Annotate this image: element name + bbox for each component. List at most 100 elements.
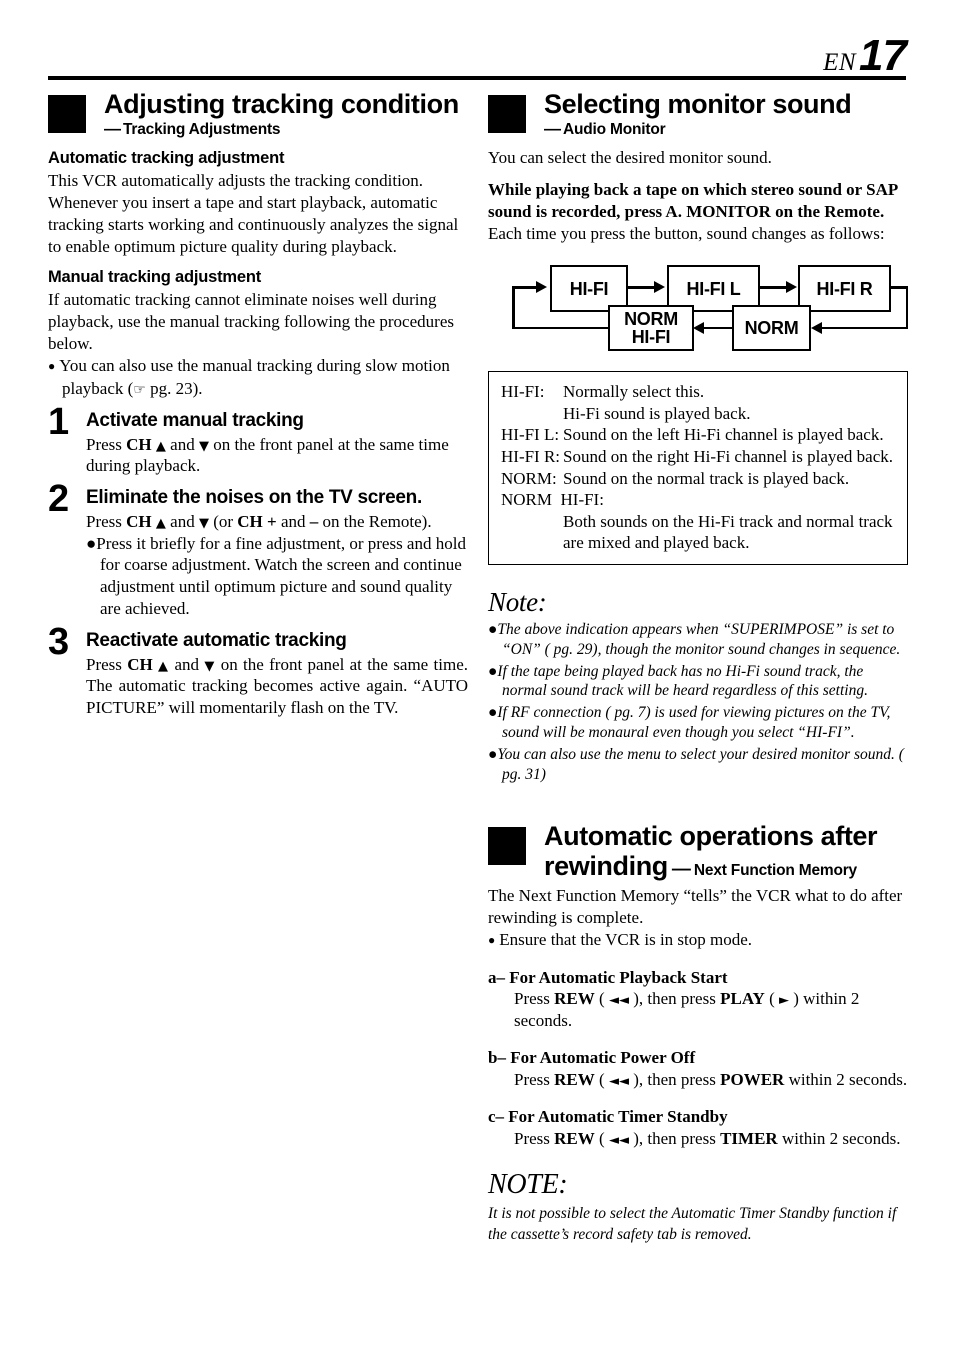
flow-arrowhead-hifir	[786, 281, 797, 294]
paragraph-automatic-tracking: This VCR automatically adjusts the track…	[48, 170, 459, 257]
step-body-post2: and	[276, 511, 310, 531]
key-ch: CH	[127, 654, 153, 674]
legend-label: NORM:	[501, 468, 557, 488]
section-header-tracking: Adjusting tracking condition — Tracking A…	[48, 89, 468, 139]
flow-arrowhead-normhifi	[693, 322, 704, 335]
pointing-hand-icon: ☞	[133, 381, 146, 398]
legend-text: Sound on the right Hi-Fi channel is play…	[563, 446, 894, 466]
audio-monitor-flow-diagram: HI-FI HI-FI L HI-FI R NORM NORM HI-FI	[510, 257, 910, 355]
up-triangle-icon: ▲	[155, 438, 166, 454]
heading-automatic-tracking: Automatic tracking adjustment	[48, 148, 285, 167]
down-triangle-icon: ▼	[198, 438, 209, 454]
key-ch-plus: CH +	[237, 511, 277, 531]
text-mid: , then press	[638, 989, 721, 1009]
flow-arrowhead-hifil	[654, 281, 665, 294]
text-pre: Press	[514, 1069, 555, 1089]
legend-row: NORM HI-FI:	[501, 489, 895, 511]
section-marker-square	[488, 827, 526, 866]
up-triangle-icon: ▲	[158, 658, 170, 674]
step-body-post3: on the Remote).	[318, 511, 432, 531]
final-note-heading: NOTE:	[488, 1169, 568, 1201]
legend-text: Sound on the left Hi-Fi channel is playe…	[563, 425, 884, 445]
key-ch: CH	[126, 511, 152, 531]
legend-label: HI-FI L:	[501, 425, 560, 445]
bullet-stop-mode: ● Ensure that the VCR is in stop mode.	[488, 929, 908, 951]
key-ch: CH	[126, 434, 152, 454]
section-title: Selecting monitor sound	[544, 89, 852, 119]
step-body-mid: and	[169, 654, 205, 674]
down-triangle-icon: ▼	[198, 515, 209, 531]
paragraph-intro: You can select the desired monitor sound…	[488, 147, 772, 167]
step-number: 1	[48, 400, 69, 443]
text-pre: Press	[514, 989, 555, 1009]
text-mid: , then press	[638, 1128, 721, 1148]
flow-arrowhead-norm	[811, 322, 822, 335]
flow-arrowhead-hifi	[536, 281, 547, 294]
audio-mode-legend-box: HI-FI: Normally select this. Hi-Fi sound…	[488, 371, 908, 565]
up-triangle-icon: ▲	[155, 515, 166, 531]
flow-line-left-to-hifi	[512, 286, 538, 289]
bullet-dot-icon: ●	[86, 533, 97, 553]
legend-row: Both sounds on the Hi-Fi track and norma…	[501, 511, 895, 554]
section-title: Adjusting tracking condition	[104, 89, 459, 119]
header-rule	[48, 76, 906, 80]
step-title: Reactivate automatic tracking	[86, 629, 347, 651]
note-text: The above indication appears when “SUPER…	[497, 620, 901, 658]
step-body-pre: Press	[86, 511, 127, 531]
flow-line-normhifi-left	[512, 326, 608, 330]
bullet-dot-icon: ●	[488, 704, 498, 722]
text-pre: Press	[514, 1128, 555, 1148]
play-icon: ►	[778, 993, 789, 1009]
legend-row: Hi-Fi sound is played back.	[501, 403, 895, 425]
em-dash: —	[104, 119, 121, 139]
step-body-mid: and	[165, 434, 199, 454]
step-body-mid: and	[165, 511, 199, 531]
step-body: Press CH ▲ and ▼ on the front panel at t…	[86, 434, 468, 478]
legend-text: Sound on the normal track is played back…	[563, 468, 850, 488]
lettered-head: c– For Automatic Timer Standby	[488, 1107, 728, 1127]
bullet-text: Ensure that the VCR is in stop mode.	[499, 929, 753, 949]
legend-row: HI-FI R: Sound on the right Hi-Fi channe…	[501, 446, 895, 468]
lettered-body: Press REW ( ◄◄ ), then press POWER withi…	[514, 1069, 908, 1089]
note-item: ●You can also use the menu to select you…	[488, 745, 908, 785]
lettered-head: b– For Automatic Power Off	[488, 1048, 696, 1068]
step-number: 2	[48, 478, 69, 521]
paragraph-rewind-intro: The Next Function Memory “tells” the VCR…	[488, 885, 903, 927]
section-marker-square	[488, 95, 526, 133]
paragraph-manual-tracking: If automatic tracking cannot eliminate n…	[48, 290, 454, 354]
em-dash: —	[671, 858, 691, 880]
note-item: ●If RF connection ( pg. 7) is used for v…	[488, 703, 908, 743]
bullet-dot-icon: ●	[488, 745, 498, 763]
flow-box-norm: NORM	[732, 305, 811, 352]
step-1: 1 Activate manual tracking Press CH ▲ an…	[48, 403, 468, 478]
section-subtitle-text: Next Function Memory	[693, 861, 857, 879]
legend-row: HI-FI: Normally select this.	[501, 381, 895, 403]
down-triangle-icon: ▼	[204, 658, 216, 674]
flow-line-hifi-to-hifil	[628, 286, 656, 289]
text-post: within 2 seconds.	[777, 1128, 901, 1148]
note-item: ●If the tape being played back has no Hi…	[488, 662, 908, 702]
key-rew: REW	[554, 989, 595, 1009]
bullet-dot-icon: ●	[488, 932, 496, 947]
lettered-item-c: c– For Automatic Timer Standby Press REW…	[488, 1106, 908, 1149]
key-rew: REW	[554, 1069, 595, 1089]
flow-box-hifi-r: HI-FI R	[798, 265, 891, 313]
section-subtitle: — Audio Monitor	[544, 119, 908, 139]
section-subtitle-text: Tracking Adjustments	[123, 121, 281, 139]
rewind-icon: ◄◄	[608, 1073, 629, 1089]
key-power: POWER	[720, 1069, 785, 1089]
page-reference: pg. 23	[150, 378, 193, 398]
step-body-pre: Press	[86, 434, 127, 454]
heading-manual-tracking: Manual tracking adjustment	[48, 268, 262, 287]
note-text: If the tape being played back has no Hi-…	[497, 662, 868, 700]
final-note-text: It is not possible to select the Automat…	[488, 1205, 897, 1243]
language-code: EN	[823, 49, 857, 76]
legend-label: NORM HI-FI:	[501, 490, 604, 510]
flow-line-hifil-to-hifir	[760, 286, 788, 289]
step-title: Activate manual tracking	[86, 409, 304, 431]
note-text: You can also use the menu to select your…	[497, 745, 904, 783]
key-play: PLAY	[720, 989, 765, 1009]
note-text: If RF connection ( pg. 7) is used for vi…	[497, 704, 891, 741]
text-mid: , then press	[638, 1069, 721, 1089]
step-title: Eliminate the noises on the TV screen.	[86, 487, 422, 509]
